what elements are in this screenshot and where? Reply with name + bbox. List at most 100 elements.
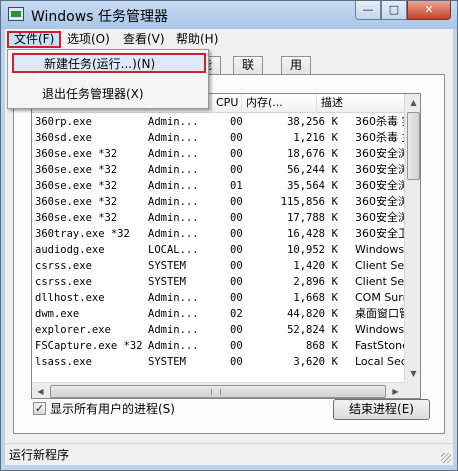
process-user: SYSTEM (148, 356, 186, 368)
table-row[interactable]: audiodg.exe LOCAL... 00 10,952 K Windows… (32, 242, 420, 258)
column-header-cpu[interactable]: CPU (212, 94, 242, 113)
table-row[interactable]: 360se.exe *32 Admin... 00 17,788 K 360安全… (32, 210, 420, 226)
table-row[interactable]: csrss.exe SYSTEM 00 2,896 K Client Serve… (32, 274, 420, 290)
horizontal-scroll-thumb[interactable] (50, 385, 386, 398)
process-name: 360se.exe *32 (35, 180, 118, 192)
menu-view[interactable]: 查看(V) (118, 31, 170, 48)
column-header-memory[interactable]: 内存(... (242, 94, 317, 113)
table-row[interactable]: 360tray.exe *32 Admin... 00 16,428 K 360… (32, 226, 420, 242)
process-memory: 38,256 (287, 116, 325, 128)
process-memory-unit: K (331, 276, 338, 288)
process-name: audiodg.exe (35, 244, 105, 256)
menu-help[interactable]: 帮助(H) (171, 31, 223, 48)
process-memory: 2,896 (293, 276, 325, 288)
show-all-users-checkbox[interactable]: ✓ (33, 402, 46, 415)
table-row[interactable]: dwm.exe Admin... 02 44,820 K 桌面窗口管理器 (32, 306, 420, 322)
process-memory: 35,564 (287, 180, 325, 192)
menu-item-new-task[interactable]: 新建任务(运行...)(N) (12, 53, 206, 73)
menu-file[interactable]: 文件(F) (7, 31, 62, 48)
task-manager-app-icon (8, 7, 24, 21)
task-manager-window: Windows 任务管理器 — □ ✕ 文件(F) 选项(O) 查看(V) 帮助… (0, 0, 458, 471)
process-memory: 3,620 (293, 356, 325, 368)
table-row[interactable]: csrss.exe SYSTEM 00 1,420 K Client Serve… (32, 258, 420, 274)
scroll-corner (404, 382, 420, 398)
process-user: Admin... (148, 196, 199, 208)
process-memory-unit: K (331, 116, 338, 128)
process-rows: 360rp.exe Admin... 00 38,256 K 360杀毒 实时监… (32, 114, 420, 370)
table-row[interactable]: dllhost.exe Admin... 00 1,668 K COM Surr… (32, 290, 420, 306)
process-user: Admin... (148, 180, 199, 192)
status-text: 运行新程序 (9, 448, 70, 462)
process-memory: 18,676 (287, 148, 325, 160)
scroll-grip-icon (211, 389, 221, 395)
resize-grip-icon[interactable] (441, 453, 451, 463)
process-memory-unit: K (331, 244, 338, 256)
file-menu-dropdown: 新建任务(运行...)(N) 退出任务管理器(X) (7, 49, 209, 109)
process-memory: 115,856 (280, 196, 325, 208)
show-all-users-label[interactable]: 显示所有用户的进程(S) (50, 401, 175, 417)
process-name: 360se.exe *32 (35, 212, 118, 224)
vertical-scroll-thumb[interactable] (407, 112, 420, 180)
table-row[interactable]: 360sd.exe Admin... 00 1,216 K 360杀毒 主程序 (32, 130, 420, 146)
vertical-scrollbar[interactable]: ▲ ▼ (404, 94, 420, 382)
process-user: Admin... (148, 148, 199, 160)
maximize-button[interactable]: □ (381, 1, 407, 20)
horizontal-scrollbar[interactable]: ◀ ▶ (32, 382, 404, 398)
process-cpu: 00 (230, 164, 243, 176)
menu-item-exit[interactable]: 退出任务管理器(X) (12, 85, 206, 105)
process-memory: 10,952 (287, 244, 325, 256)
scroll-up-arrow-icon[interactable]: ▲ (407, 95, 420, 110)
end-process-button[interactable]: 结束进程(E) (333, 399, 430, 420)
process-cpu: 01 (230, 180, 243, 192)
process-memory: 868 (306, 340, 325, 352)
close-button[interactable]: ✕ (407, 1, 451, 20)
table-row[interactable]: explorer.exe Admin... 00 52,824 K Window… (32, 322, 420, 338)
table-row[interactable]: 360se.exe *32 Admin... 00 18,676 K 360安全… (32, 146, 420, 162)
process-cpu: 02 (230, 308, 243, 320)
process-name: 360se.exe *32 (35, 164, 118, 176)
column-header-description[interactable]: 描述 (317, 94, 404, 113)
menu-separator (38, 79, 202, 80)
menu-options[interactable]: 选项(O) (62, 31, 115, 48)
process-memory-unit: K (331, 324, 338, 336)
title-bar[interactable]: Windows 任务管理器 — □ ✕ (1, 1, 457, 29)
table-row[interactable]: lsass.exe SYSTEM 00 3,620 K Local Securi… (32, 354, 420, 370)
process-memory-unit: K (331, 228, 338, 240)
process-memory-unit: K (331, 356, 338, 368)
process-memory: 56,244 (287, 164, 325, 176)
process-cpu: 00 (230, 212, 243, 224)
table-row[interactable]: FSCapture.exe *32 Admin... 00 868 K Fast… (32, 338, 420, 354)
process-user: Admin... (148, 308, 199, 320)
process-memory-unit: K (331, 196, 338, 208)
tab-networking[interactable]: 联网 (233, 56, 264, 89)
table-row[interactable]: 360rp.exe Admin... 00 38,256 K 360杀毒 实时监… (32, 114, 420, 130)
scroll-down-arrow-icon[interactable]: ▼ (407, 366, 420, 381)
scroll-right-arrow-icon[interactable]: ▶ (388, 385, 403, 398)
table-row[interactable]: 360se.exe *32 Admin... 00 115,856 K 360安… (32, 194, 420, 210)
scroll-left-arrow-icon[interactable]: ◀ (33, 385, 48, 398)
process-memory-unit: K (331, 148, 338, 160)
process-cpu: 00 (230, 340, 243, 352)
process-memory: 52,824 (287, 324, 325, 336)
process-user: Admin... (148, 324, 199, 336)
process-list[interactable]: 映像名称 用户名 CPU 内存(... 描述 360rp.exe Admin..… (31, 93, 421, 399)
process-user: SYSTEM (148, 276, 186, 288)
client-area: 文件(F) 选项(O) 查看(V) 帮助(H) 能 联网 用户 映像名称 用户名… (5, 29, 453, 465)
process-memory-unit: K (331, 260, 338, 272)
process-user: LOCAL... (148, 244, 199, 256)
process-memory-unit: K (331, 180, 338, 192)
window-controls: — □ ✕ (355, 1, 451, 21)
table-row[interactable]: 360se.exe *32 Admin... 01 35,564 K 360安全… (32, 178, 420, 194)
process-memory: 1,668 (293, 292, 325, 304)
process-name: FSCapture.exe *32 (35, 340, 143, 352)
process-memory-unit: K (331, 292, 338, 304)
process-user: Admin... (148, 164, 199, 176)
process-memory: 1,216 (293, 132, 325, 144)
minimize-button[interactable]: — (355, 1, 381, 20)
process-cpu: 00 (230, 356, 243, 368)
process-user: Admin... (148, 116, 199, 128)
process-cpu: 00 (230, 116, 243, 128)
tab-users[interactable]: 用户 (281, 56, 312, 89)
table-row[interactable]: 360se.exe *32 Admin... 00 56,244 K 360安全… (32, 162, 420, 178)
process-name: dllhost.exe (35, 292, 105, 304)
